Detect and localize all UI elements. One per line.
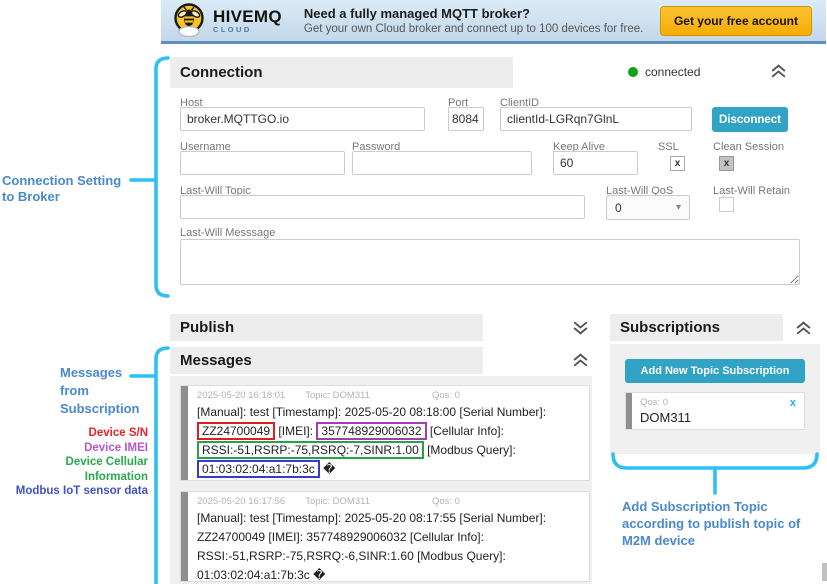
annotation-modbus-data: Modbus IoT sensor data: [0, 484, 148, 499]
lastwill-qos-select[interactable]: 0 ▾: [606, 195, 690, 220]
add-new-topic-subscription-button[interactable]: Add New Topic Subscription: [625, 359, 805, 383]
message-line: [Manual]: test [Timestamp]: 2025-05-20 0…: [197, 403, 581, 422]
username-input[interactable]: [180, 151, 345, 175]
message-timestamp: 2025-05-20 16:17:56: [197, 496, 285, 507]
host-input[interactable]: [180, 107, 425, 131]
ssl-checkbox[interactable]: x: [670, 156, 685, 171]
imei-value: 357748929006032: [306, 530, 406, 544]
imei-value: 357748929006032: [316, 422, 426, 440]
lastwill-message-label: Last-Will Messsage: [180, 227, 275, 239]
messages-section-header: Messages: [170, 347, 483, 374]
cleansession-checkbox[interactable]: x: [719, 156, 734, 171]
annotation-device-imei: Device IMEI: [0, 441, 148, 456]
collapse-connection-chevron-up-icon[interactable]: [770, 64, 787, 79]
status-dot-icon: [628, 67, 638, 77]
message-timestamp: 2025-05-20 16:18:01: [197, 390, 285, 401]
message-line: RSSI:-51,RSRP:-75,RSRQ:-6,SINR:1.60 [Mod…: [197, 547, 581, 566]
remove-subscription-x-icon[interactable]: x: [790, 397, 796, 409]
lastwill-topic-input[interactable]: [180, 195, 585, 219]
message-left-bar: [181, 492, 188, 581]
message-line: RSSI:-51,RSRP:-75,RSRQ:-7,SINR:1.00 [Mod…: [197, 441, 581, 460]
serial-number-value: ZZ24700049: [197, 422, 275, 440]
subscriptions-body: Add New Topic Subscription Qos: 0 x DOM3…: [610, 344, 820, 454]
connection-panel: Connection connected Host Port ClientID …: [170, 57, 822, 296]
annotation-brace-subscription: [610, 452, 820, 498]
annotation-connection-setting: Connection Setting to Broker: [2, 173, 144, 205]
collapse-messages-chevron-up-icon[interactable]: [572, 353, 589, 368]
subscription-left-bar: [626, 393, 632, 429]
message-qos: Qos: 0: [432, 390, 460, 401]
get-free-account-button[interactable]: Get your free account: [660, 6, 812, 36]
message-line: ZZ24700049 [IMEI]: 357748929006032 [Cell…: [197, 422, 581, 441]
password-input[interactable]: [352, 151, 532, 175]
subscription-qos: Qos: 0: [640, 397, 668, 408]
message-line: 01:03:02:04:a1:7b:3c �: [197, 460, 581, 479]
message-item: 2025-05-20 16:18:01 Topic: DOM311 Qos: 0…: [180, 385, 590, 481]
connection-title: Connection: [180, 64, 263, 81]
select-caret-icon: ▾: [676, 202, 681, 213]
lastwill-qos-value: 0: [615, 201, 622, 215]
message-qos: Qos: 0: [432, 496, 460, 507]
port-input[interactable]: [448, 107, 484, 131]
annotation-brace-connection: [126, 56, 172, 298]
publish-title: Publish: [180, 319, 234, 336]
hivemq-banner: HIVEMQ CLOUD Need a fully managed MQTT b…: [161, 0, 826, 44]
connection-status: connected: [628, 65, 700, 79]
publish-section-header: Publish: [170, 314, 483, 341]
message-line: ZZ24700049 [IMEI]: 357748929006032 [Cell…: [197, 528, 581, 547]
collapse-subscriptions-chevron-up-icon[interactable]: [795, 321, 812, 336]
message-topic: Topic: DOM311: [305, 496, 370, 507]
keepalive-input[interactable]: [553, 151, 638, 175]
brand-name: HIVEMQ: [213, 8, 282, 25]
mqtt-client-page: HIVEMQ CLOUD Need a fully managed MQTT b…: [0, 0, 827, 584]
status-text: connected: [645, 65, 700, 79]
scrollbar-thumb[interactable]: [822, 563, 827, 581]
cleansession-label: Clean Session: [713, 141, 784, 153]
brand-sub: CLOUD: [213, 26, 282, 34]
message-line: [Manual]: test [Timestamp]: 2025-05-20 0…: [197, 509, 581, 528]
serial-number-value: ZZ24700049: [197, 530, 265, 544]
lastwill-retain-label: Last-Will Retain: [713, 185, 790, 197]
message-line: 01:03:02:04:a1:7b:3c �: [197, 566, 581, 584]
annotation-device-cellular: Device Cellular Information: [0, 455, 148, 484]
annotation-device-sn: Device S/N: [0, 426, 148, 441]
cellular-info-value: RSSI:-51,RSRP:-75,RSRQ:-7,SINR:1.00: [197, 441, 424, 459]
messages-list: 2025-05-20 16:18:01 Topic: DOM311 Qos: 0…: [170, 376, 592, 584]
banner-headline: Need a fully managed MQTT broker?: [304, 6, 643, 21]
disconnect-button[interactable]: Disconnect: [712, 107, 788, 132]
subscription-topic: DOM311: [640, 410, 691, 425]
banner-subheadline: Get your own Cloud broker and connect up…: [304, 23, 643, 35]
message-left-bar: [181, 386, 188, 480]
hivemq-logo[interactable]: HIVEMQ CLOUD: [171, 2, 282, 40]
modbus-query-value: 01:03:02:04:a1:7b:3c: [197, 460, 320, 478]
annotation-add-subscription-topic: Add Subscription Topic according to publ…: [622, 498, 822, 549]
cellular-info-value: RSSI:-51,RSRP:-75,RSRQ:-6,SINR:1.60: [197, 549, 414, 563]
expand-publish-chevron-down-icon[interactable]: [572, 320, 589, 335]
messages-title: Messages: [180, 352, 252, 369]
hivemq-bee-icon: [171, 2, 207, 40]
clientid-input[interactable]: [500, 107, 692, 131]
modbus-query-value: 01:03:02:04:a1:7b:3c: [197, 568, 310, 582]
lastwill-message-textarea[interactable]: [180, 239, 800, 285]
lastwill-retain-checkbox[interactable]: [719, 197, 734, 212]
message-topic: Topic: DOM311: [305, 390, 370, 401]
subscriptions-title: Subscriptions: [620, 319, 720, 336]
ssl-label: SSL: [658, 141, 679, 153]
subscription-item: Qos: 0 x DOM311: [625, 392, 805, 430]
message-item: 2025-05-20 16:17:56 Topic: DOM311 Qos: 0…: [180, 491, 590, 582]
